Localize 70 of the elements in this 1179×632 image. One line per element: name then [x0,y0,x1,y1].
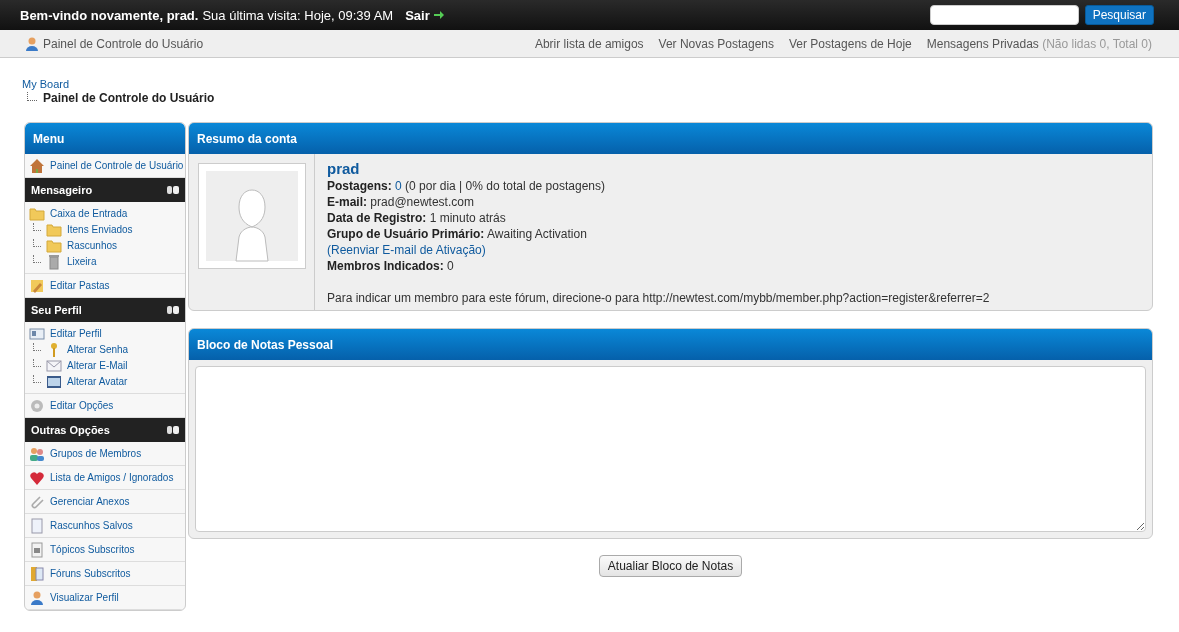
sidebar-link[interactable]: Grupos de Membros [50,448,142,459]
sidebar-link[interactable]: Editar Opções [50,400,114,411]
folder-icon [46,221,62,238]
last-visit-text: Sua última visita: Hoje, 09:39 AM [202,7,394,23]
page-icon [29,517,45,534]
panel-title: Resumo da conta [189,123,1152,154]
sidebar-link[interactable]: Painel de Controle de Usuário [50,160,184,171]
collapse-icon[interactable] [167,306,179,314]
nav-link[interactable]: Mensagens Privadas (Não lidas 0, Total 0) [926,36,1152,51]
sidebar-link[interactable]: Editar Perfil [50,328,102,339]
panel-title: Bloco de Notas Pessoal [189,329,1152,360]
referral-text: Para indicar um membro para este fórum, direcione-o para http://newtest.com/mybb/member.php?action=register&referrer=2 [327,290,990,306]
sidebar-link[interactable]: Visualizar Perfil [50,592,119,603]
section-title: Outras Opções [31,424,110,436]
collapse-icon[interactable] [167,186,179,194]
section-title: Seu Perfil [31,304,82,316]
account-detail: Data de Registro: 1 minuto atrás [327,210,507,226]
breadcrumb-link[interactable]: My Board [22,78,1157,90]
sidebar-link[interactable]: Caixa de Entrada [50,208,128,219]
folder-icon [46,237,62,254]
avatar-icon [198,163,306,269]
search-field[interactable] [929,5,1079,25]
arrow-icon [433,11,444,19]
trash-icon [46,253,62,270]
posts-link[interactable]: 0 [395,179,402,193]
search-button[interactable]: Pesquisar [1084,5,1154,25]
nav-link[interactable]: Ver Novas Postagens [658,36,774,51]
nav-link[interactable]: Ver Postagens de Hoje [789,36,912,51]
sidebar-link[interactable]: Lixeira [67,256,97,267]
person-icon [24,35,40,52]
sidebar-link[interactable]: Rascunhos [67,240,118,251]
book-icon [29,565,45,582]
update-notepad-button[interactable]: Atualiar Bloco de Notas [598,555,743,577]
people-icon [29,445,45,462]
house-icon [29,157,45,174]
nav-link[interactable]: Abrir lista de amigos [534,36,644,51]
envelope-icon [46,357,62,374]
heart-icon [29,469,45,486]
menu-title: Menu [25,123,185,154]
sidebar-link[interactable]: Lista de Amigos / Ignorados [50,472,174,483]
sidebar-link[interactable]: Alterar E-Mail [67,360,128,371]
collapse-icon[interactable] [167,426,179,434]
document-icon [29,541,45,558]
sidebar-link[interactable]: Tópicos Subscritos [50,544,135,555]
sidebar-link[interactable]: Itens Enviados [67,224,133,235]
welcome-text: Bem-vindo novamente, prad. [20,7,199,23]
sidebar-link[interactable]: Gerenciar Anexos [50,496,130,507]
sidebar-link[interactable]: Rascunhos Salvos [50,520,133,531]
account-detail: E-mail: prad@newtest.com [327,194,475,210]
logout-link[interactable]: Sair [405,7,444,23]
gear-icon [29,397,45,414]
sidebar-link[interactable]: Alterar Avatar [67,376,128,387]
image-icon [46,373,62,390]
sidebar-link[interactable]: Editar Pastas [50,280,110,291]
section-title: Mensageiro [31,184,93,196]
paperclip-icon [29,493,45,510]
person-icon [29,589,45,606]
notepad-field[interactable] [195,366,1146,532]
control-panel-link[interactable]: Painel de Controle do Usuário [43,36,204,51]
account-detail: Postagens: 0 (0 por dia | 0% do total de postagens) [327,178,606,194]
breadcrumb-current: Painel de Controle do Usuário [43,91,215,105]
sidebar-link[interactable]: Fóruns Subscritos [50,568,131,579]
account-detail: Grupo de Usuário Primário: Awaiting Activation [327,226,588,242]
pencil-icon [29,277,45,294]
folder-icon [29,205,45,222]
id-card-icon [29,325,45,342]
account-detail: Membros Indicados: 0 [327,258,455,274]
sidebar-link[interactable]: Alterar Senha [67,344,129,355]
username-link[interactable]: prad [327,160,990,178]
resend-activation-link[interactable]: (Reenviar E-mail de Ativação) [327,242,990,258]
